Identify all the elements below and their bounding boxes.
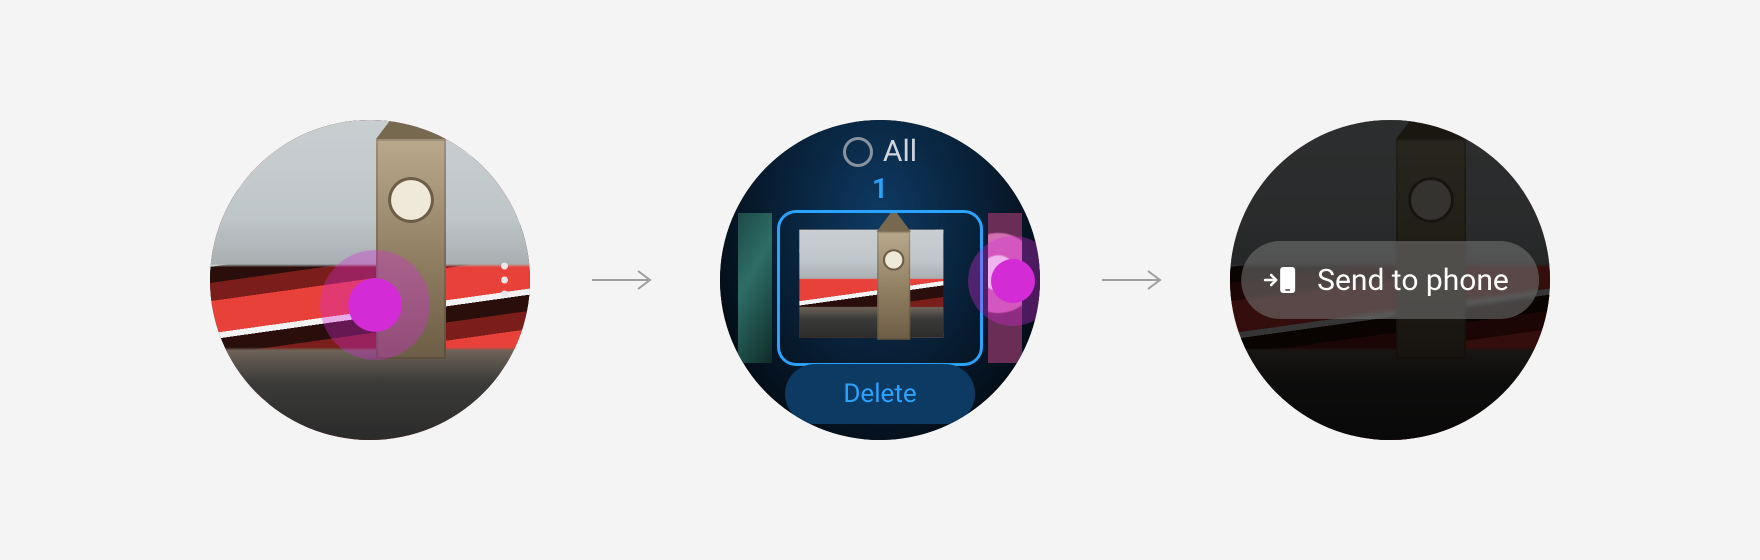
send-to-phone-icon: [1263, 262, 1299, 298]
watch-screen-photo: [210, 120, 530, 440]
select-all-toggle[interactable]: All: [720, 134, 1040, 169]
send-to-phone-label: Send to phone: [1317, 263, 1509, 298]
selected-count: 1: [720, 172, 1040, 205]
select-all-icon: [843, 137, 873, 167]
flow-diagram: All 1 Delete: [210, 120, 1550, 440]
thumbnail-prev[interactable]: [738, 213, 772, 363]
gallery-photo[interactable]: [210, 120, 530, 440]
thumbnail-strip[interactable]: [720, 208, 1040, 368]
arrow-right-icon: [1100, 268, 1170, 292]
more-options-icon[interactable]: [492, 263, 516, 298]
watch-screen-context-menu: Send to phone: [1230, 120, 1550, 440]
arrow-right-icon: [590, 268, 660, 292]
delete-button[interactable]: Delete: [785, 364, 975, 424]
thumbnail-selected[interactable]: [780, 213, 980, 363]
delete-label: Delete: [843, 379, 916, 409]
select-all-label: All: [883, 134, 917, 169]
watch-screen-selection: All 1 Delete: [720, 120, 1040, 440]
send-to-phone-button[interactable]: Send to phone: [1241, 241, 1539, 319]
more-options-icon[interactable]: [1006, 263, 1030, 298]
